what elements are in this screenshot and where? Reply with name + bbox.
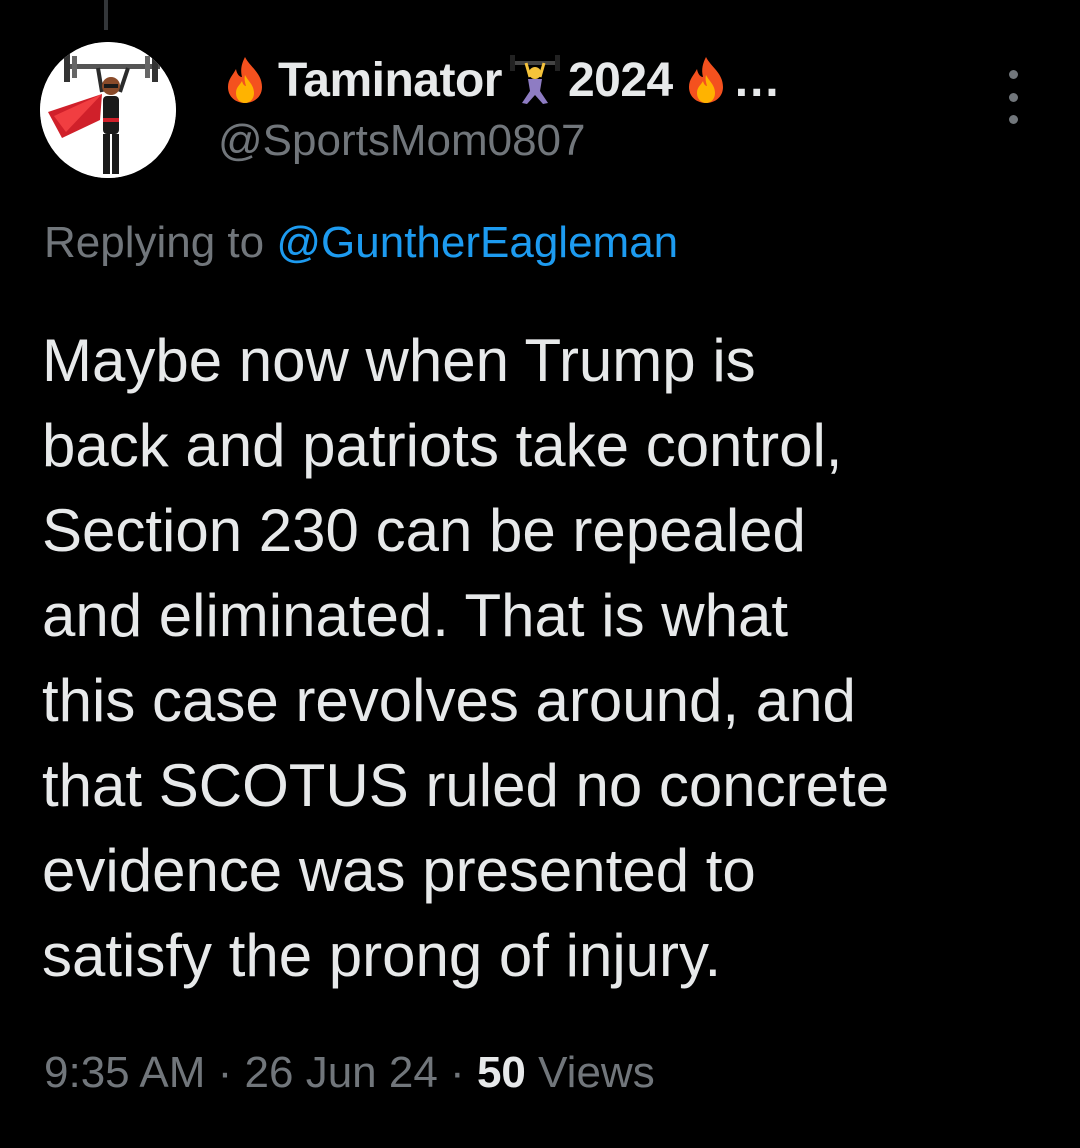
- meta-separator: ·: [205, 1048, 245, 1097]
- tweet-date-link[interactable]: 26 Jun 24: [245, 1048, 438, 1097]
- display-name-row[interactable]: Taminator 2024 …: [218, 50, 781, 110]
- more-vertical-icon: [1008, 70, 1018, 79]
- avatar-image: [40, 42, 176, 178]
- user-handle[interactable]: @SportsMom0807: [218, 116, 586, 166]
- fire-icon: [218, 53, 272, 107]
- weightlifter-icon: [508, 53, 562, 107]
- display-name-text: Taminator: [278, 53, 502, 107]
- display-name-year: 2024: [567, 53, 673, 107]
- tweet-text: Maybe now when Trump is back and patriot…: [42, 327, 890, 989]
- avatar[interactable]: [40, 42, 176, 178]
- fire-icon: [679, 53, 733, 107]
- replying-to-mention-link[interactable]: @GuntherEagleman: [276, 218, 678, 267]
- more-vertical-icon: [1008, 115, 1018, 124]
- views-label: Views: [525, 1048, 655, 1097]
- more-vertical-icon: [1008, 92, 1018, 102]
- display-name[interactable]: Taminator 2024 …: [218, 53, 781, 108]
- display-name-ellipsis: …: [732, 53, 781, 107]
- replying-to-prefix: Replying to: [44, 218, 277, 267]
- tweet-time-link[interactable]: 9:35 AM: [44, 1048, 205, 1097]
- replying-to-line: Replying to @GuntherEagleman: [44, 218, 678, 268]
- views-count: 50: [476, 1048, 526, 1097]
- tweet-metadata: 9:35 AM · 26 Jun 24 · 50 Views: [44, 1048, 655, 1098]
- more-options-button[interactable]: [996, 70, 1030, 124]
- meta-separator: ·: [437, 1048, 477, 1097]
- thread-connector-line: [104, 0, 108, 30]
